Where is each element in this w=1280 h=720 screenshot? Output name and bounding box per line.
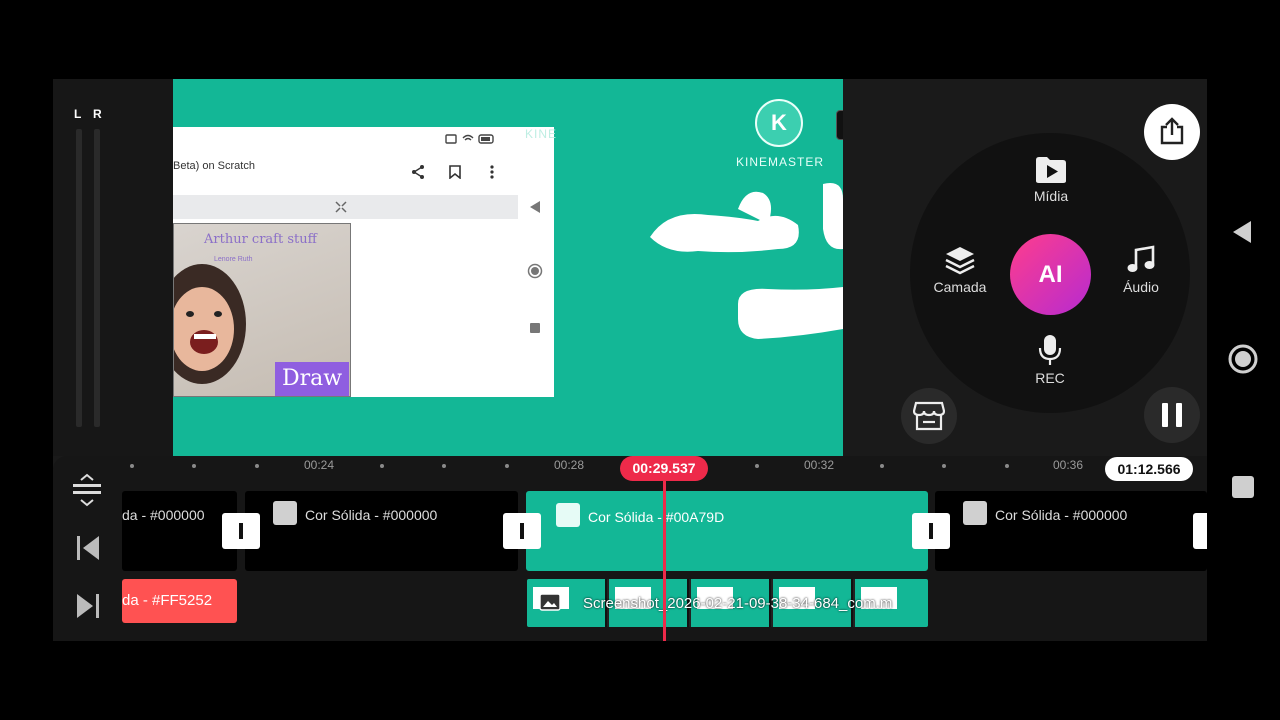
audio-meter: L R [53,79,173,456]
draw-label: Draw [275,362,349,396]
kinemaster-logo: K [755,99,803,147]
clip-label: da - #000000 [122,507,205,523]
scratch-page-title: Beta) on Scratch [173,160,255,172]
screenshot-urlbar [173,195,518,219]
timeline-panel[interactable]: 00:24 00:28 00:32 00:36 00:29.537 01:12.… [53,456,1207,641]
ruler-label: 00:24 [303,458,335,472]
nav-home-small-icon [527,263,543,279]
layer-video-screenshot[interactable]: Screenshot_2026-02-21-09-38-34-684_com.m [527,579,928,627]
white-paint-strokes [650,183,843,339]
crown-icon [842,118,843,133]
store-icon [913,401,945,431]
video-preview[interactable]: Beta) on Scratch Arthur craft stuff Leno… [173,79,843,456]
kinemaster-watermark: KINEMASTER [735,155,824,169]
clip-solid-black-3[interactable]: Cor Sólida - #000000 [935,491,1207,571]
asset-store-button[interactable] [901,388,957,444]
ruler-label: 00:32 [803,458,835,472]
video-layer-label: Screenshot_2026-02-21-09-38-34-684_com.m [583,595,893,612]
home-nav-icon[interactable] [1227,343,1259,375]
photo-subtitle: Lenore Ruth [214,256,253,263]
pause-button[interactable] [1144,387,1200,443]
timeline-controls [53,456,122,641]
back-nav-icon[interactable] [1229,219,1255,245]
transition-handle[interactable] [503,513,541,549]
ruler-label: 00:28 [553,458,585,472]
audio-button[interactable]: Áudio [1096,245,1186,295]
audio-label: Áudio [1123,279,1159,295]
clip-label: Cor Sólida - #00A79D [588,509,725,525]
screenshot-overlay[interactable]: Beta) on Scratch Arthur craft stuff Leno… [173,127,554,397]
meter-left-bar [76,129,82,427]
meter-right-bar [94,129,100,427]
playhead[interactable] [663,481,666,641]
premium-crown-button[interactable] [836,110,843,140]
rec-button[interactable]: REC [1005,334,1095,386]
layer-label: Camada [933,279,987,295]
image-layer-icon [539,593,561,611]
meter-left-label: L [74,107,82,121]
bookmark-icon [449,165,461,179]
layer-button[interactable]: Camada [915,245,1005,295]
total-duration-indicator: 01:12.566 [1105,457,1193,481]
expand-timeline-icon[interactable] [72,472,102,508]
ai-label: AI [1038,261,1063,288]
clip-solid-black-0[interactable]: da - #000000 [122,491,237,571]
more-vert-icon [490,165,494,179]
nav-recents-small-icon [530,323,540,333]
layer-label: da - #FF5252 [122,592,213,609]
share-icon [412,165,424,179]
collapse-icon [335,201,347,213]
meter-right-label: R [93,107,102,121]
thumbnail-photo: Arthur craft stuff Lenore Ruth Draw [173,223,351,397]
paint-bucket-icon [963,501,987,525]
paint-bucket-icon [556,503,580,527]
layer-solid-red[interactable]: da - #FF5252 [122,579,237,623]
ai-button[interactable]: AI [1010,234,1091,315]
media-label: Mídia [1033,188,1069,204]
ruler-label: 00:36 [1052,458,1084,472]
clip-label: Cor Sólida - #000000 [995,507,1128,523]
photo-title: Arthur craft stuff [204,232,317,247]
layers-icon [945,247,975,275]
current-time-indicator: 00:29.537 [620,456,708,481]
recents-nav-icon[interactable] [1231,475,1255,499]
faint-watermark-text: KINE [525,127,558,141]
music-note-icon [1127,245,1155,272]
media-folder-icon [1036,157,1066,183]
clip-solid-teal-selected[interactable]: Cor Sólida - #00A79D [526,491,928,571]
transition-handle[interactable] [222,513,260,549]
media-button[interactable]: Mídia [1006,156,1096,204]
screenshot-statusbar [173,127,554,151]
skip-to-end-icon[interactable] [76,593,100,619]
transition-handle[interactable] [912,513,950,549]
status-icons [445,134,494,144]
paint-bucket-icon [273,501,297,525]
nav-back-small-icon [530,201,540,213]
share-export-icon [1160,117,1184,145]
rec-label: REC [1035,370,1065,386]
clip-label: Cor Sólida - #000000 [305,507,438,523]
clip-solid-black-1[interactable]: Cor Sólida - #000000 [245,491,518,571]
export-button[interactable] [1144,104,1200,160]
pause-icon [1162,403,1182,427]
skip-to-start-icon[interactable] [76,535,100,561]
transition-handle[interactable] [1193,513,1207,549]
android-nav-bar [1207,79,1280,641]
microphone-icon [1038,335,1062,365]
